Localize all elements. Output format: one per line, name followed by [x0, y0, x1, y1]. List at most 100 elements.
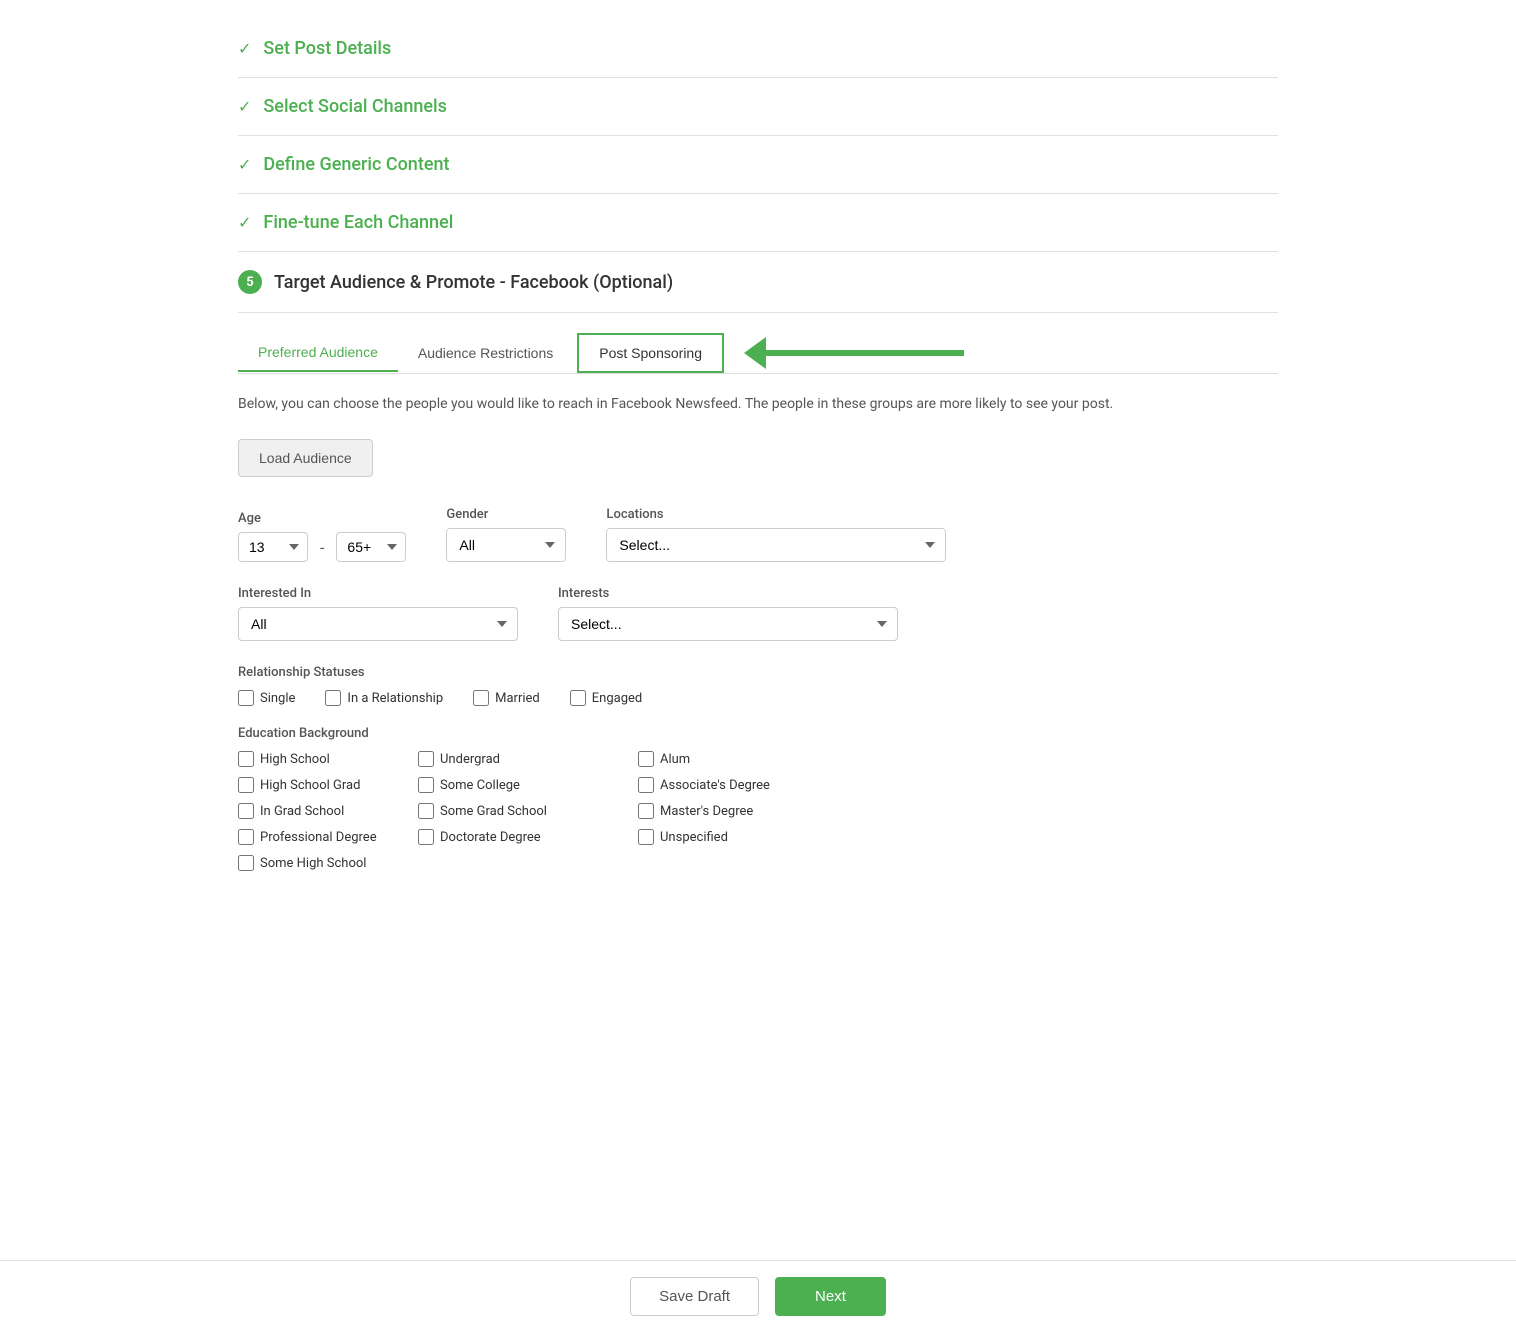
checkbox-masters-degree[interactable]: Master's Degree [638, 803, 838, 819]
checkbox-married-input[interactable] [473, 690, 489, 706]
checkbox-professional-degree[interactable]: Professional Degree [238, 829, 398, 845]
tab-post-sponsoring[interactable]: Post Sponsoring [577, 333, 724, 373]
checkbox-in-relationship-label: In a Relationship [347, 691, 443, 706]
relationship-section: Relationship Statuses Single In a Relati… [238, 665, 1278, 706]
checkbox-doctorate-degree-label: Doctorate Degree [440, 830, 541, 845]
step-5-label: Target Audience & Promote - Facebook (Op… [274, 272, 673, 293]
step-1: ✓ Set Post Details [238, 20, 1278, 78]
checkbox-some-high-school-input[interactable] [238, 855, 254, 871]
locations-label: Locations [606, 507, 946, 522]
checkbox-high-school-grad-label: High School Grad [260, 778, 360, 793]
footer-bar: Save Draft Next [0, 1260, 1516, 1332]
age-inputs: 1318212535455565 - 1821253545556565+ [238, 532, 406, 562]
age-group: Age 1318212535455565 - 1821253545556565+ [238, 511, 406, 562]
arrow-body [764, 350, 964, 356]
checkbox-some-grad-school[interactable]: Some Grad School [418, 803, 618, 819]
checkbox-high-school[interactable]: High School [238, 751, 398, 767]
tab-audience-restrictions[interactable]: Audience Restrictions [398, 335, 573, 371]
checkbox-single-input[interactable] [238, 690, 254, 706]
checkbox-engaged-input[interactable] [570, 690, 586, 706]
step-5-number: 5 [238, 270, 262, 294]
check-icon-2: ✓ [238, 97, 251, 116]
step-1-label: Set Post Details [263, 38, 391, 59]
checkbox-in-grad-school[interactable]: In Grad School [238, 803, 398, 819]
load-audience-button[interactable]: Load Audience [238, 439, 373, 477]
checkbox-masters-degree-label: Master's Degree [660, 804, 753, 819]
interests-label: Interests [558, 586, 898, 601]
checkbox-associates-degree-label: Associate's Degree [660, 778, 770, 793]
interests-group: Interests Select... [558, 586, 898, 641]
checkbox-doctorate-degree[interactable]: Doctorate Degree [418, 829, 618, 845]
step-4: ✓ Fine-tune Each Channel [238, 194, 1278, 252]
checkbox-in-relationship[interactable]: In a Relationship [325, 690, 443, 706]
checkbox-single-label: Single [260, 691, 295, 706]
checkbox-some-college-label: Some College [440, 778, 520, 793]
relationship-checkboxes: Single In a Relationship Married Engaged [238, 690, 1278, 706]
checkbox-some-grad-school-label: Some Grad School [440, 804, 547, 819]
checkbox-associates-degree[interactable]: Associate's Degree [638, 777, 838, 793]
gender-label: Gender [446, 507, 566, 522]
checkbox-high-school-grad[interactable]: High School Grad [238, 777, 398, 793]
check-icon-1: ✓ [238, 39, 251, 58]
interested-in-label: Interested In [238, 586, 518, 601]
education-grid: High School Undergrad Alum High School G… [238, 751, 1278, 871]
checkbox-some-college-input[interactable] [418, 777, 434, 793]
check-icon-4: ✓ [238, 213, 251, 232]
step-2: ✓ Select Social Channels [238, 78, 1278, 136]
checkbox-some-grad-school-input[interactable] [418, 803, 434, 819]
step-2-label: Select Social Channels [263, 96, 446, 117]
checkbox-undergrad[interactable]: Undergrad [418, 751, 618, 767]
arrow-indicator [744, 337, 964, 369]
checkbox-professional-degree-label: Professional Degree [260, 830, 377, 845]
age-dash: - [316, 538, 328, 557]
age-max-select[interactable]: 1821253545556565+ [336, 532, 406, 562]
education-section: Education Background High School Undergr… [238, 726, 1278, 871]
age-min-select[interactable]: 1318212535455565 [238, 532, 308, 562]
checkbox-single[interactable]: Single [238, 690, 295, 706]
checkbox-in-grad-school-input[interactable] [238, 803, 254, 819]
checkbox-masters-degree-input[interactable] [638, 803, 654, 819]
checkbox-professional-degree-input[interactable] [238, 829, 254, 845]
check-icon-3: ✓ [238, 155, 251, 174]
checkbox-married[interactable]: Married [473, 690, 540, 706]
relationship-label: Relationship Statuses [238, 665, 1278, 680]
tab-preferred-audience[interactable]: Preferred Audience [238, 334, 398, 372]
checkbox-doctorate-degree-input[interactable] [418, 829, 434, 845]
checkbox-unspecified[interactable]: Unspecified [638, 829, 838, 845]
checkbox-associates-degree-input[interactable] [638, 777, 654, 793]
age-gender-locations-row: Age 1318212535455565 - 1821253545556565+… [238, 507, 1278, 562]
gender-group: Gender AllMaleFemale [446, 507, 566, 562]
checkbox-unspecified-input[interactable] [638, 829, 654, 845]
checkbox-in-relationship-input[interactable] [325, 690, 341, 706]
checkbox-in-grad-school-label: In Grad School [260, 804, 344, 819]
checkbox-some-high-school[interactable]: Some High School [238, 855, 398, 871]
interests-select[interactable]: Select... [558, 607, 898, 641]
checkbox-engaged[interactable]: Engaged [570, 690, 642, 706]
checkbox-high-school-grad-input[interactable] [238, 777, 254, 793]
tabs-container: Preferred Audience Audience Restrictions… [238, 333, 1278, 374]
checkbox-engaged-label: Engaged [592, 691, 642, 706]
checkbox-undergrad-label: Undergrad [440, 752, 500, 767]
checkbox-high-school-input[interactable] [238, 751, 254, 767]
arrow-head-icon [744, 337, 766, 369]
step-3: ✓ Define Generic Content [238, 136, 1278, 194]
save-draft-button[interactable]: Save Draft [630, 1277, 759, 1316]
gender-select[interactable]: AllMaleFemale [446, 528, 566, 562]
interested-interests-row: Interested In AllMenWomen Interests Sele… [238, 586, 1278, 641]
locations-select[interactable]: Select... [606, 528, 946, 562]
description-text: Below, you can choose the people you wou… [238, 394, 1278, 415]
age-label: Age [238, 511, 406, 526]
interested-in-select[interactable]: AllMenWomen [238, 607, 518, 641]
checkbox-alum[interactable]: Alum [638, 751, 838, 767]
checkbox-undergrad-input[interactable] [418, 751, 434, 767]
checkbox-unspecified-label: Unspecified [660, 830, 728, 845]
step-5: 5 Target Audience & Promote - Facebook (… [238, 252, 1278, 313]
next-button[interactable]: Next [775, 1277, 886, 1316]
checkbox-some-college[interactable]: Some College [418, 777, 618, 793]
checkbox-alum-label: Alum [660, 752, 690, 767]
education-label: Education Background [238, 726, 1278, 741]
checkbox-alum-input[interactable] [638, 751, 654, 767]
interested-in-group: Interested In AllMenWomen [238, 586, 518, 641]
step-3-label: Define Generic Content [263, 154, 449, 175]
checkbox-married-label: Married [495, 691, 540, 706]
